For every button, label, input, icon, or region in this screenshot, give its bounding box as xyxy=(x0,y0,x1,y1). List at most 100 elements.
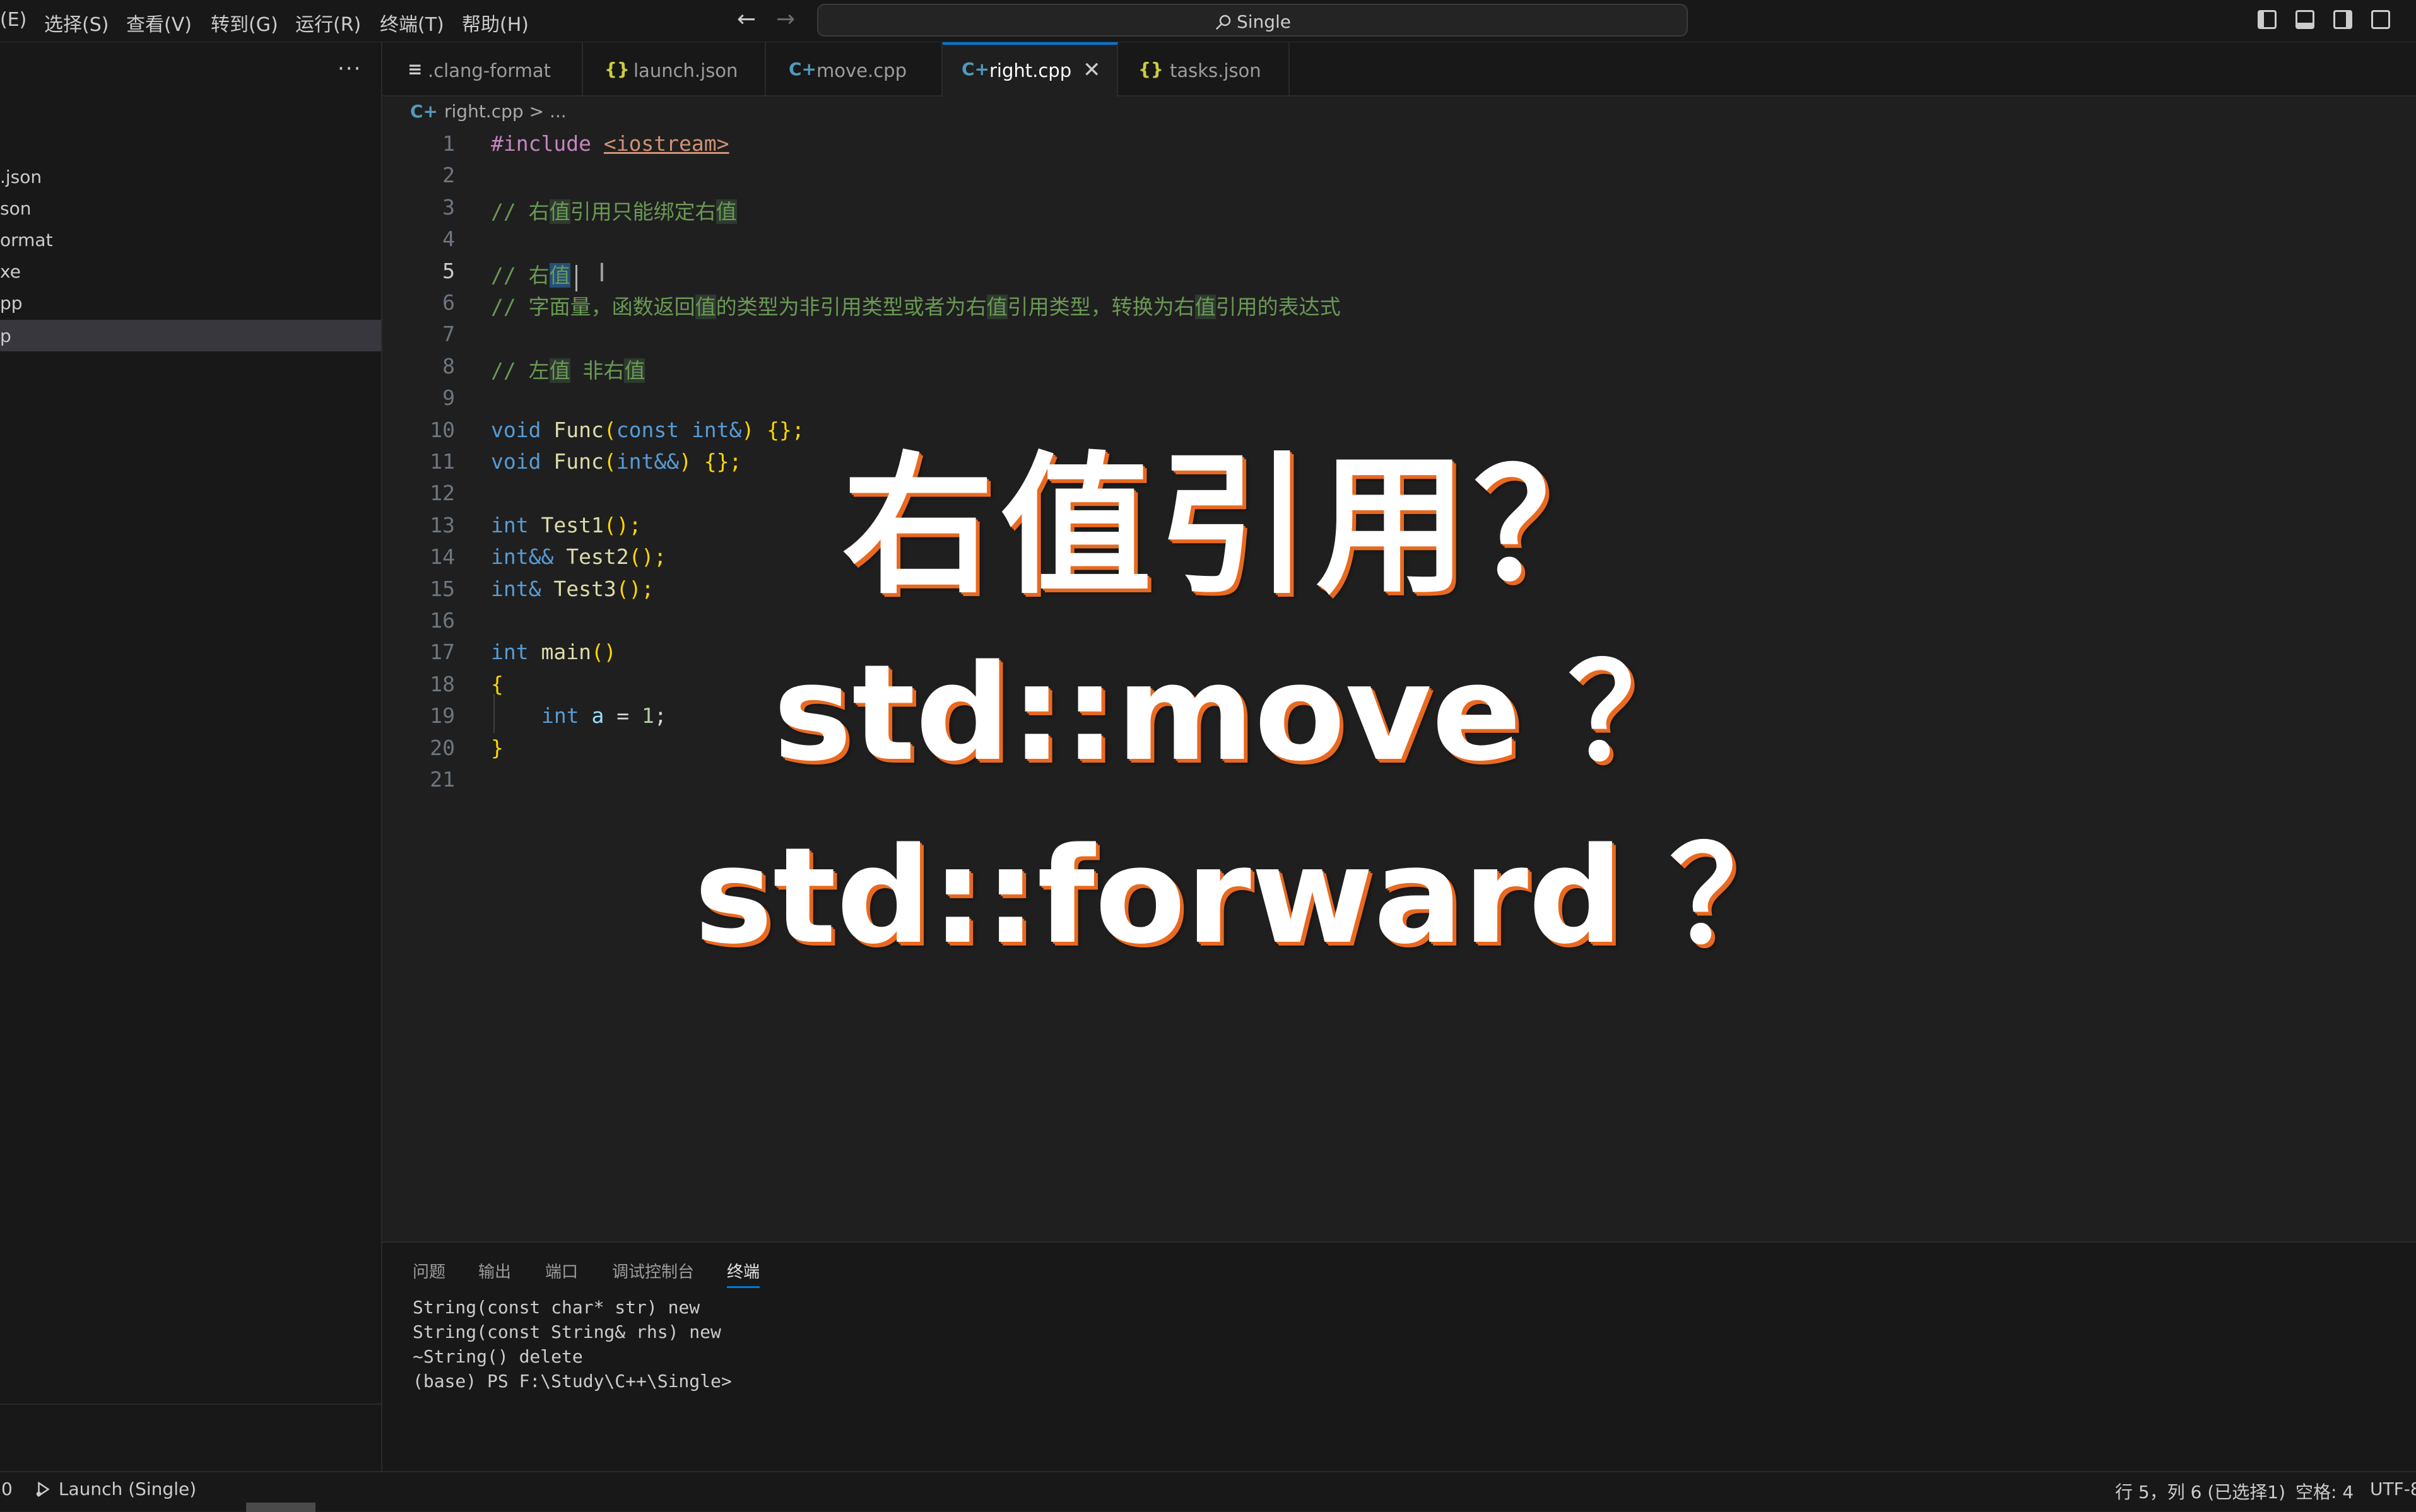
status-problems-count[interactable]: 0 xyxy=(1,1479,13,1499)
comment-highlight: 值 xyxy=(716,199,737,224)
operator: = xyxy=(604,703,642,729)
tab-launch-json[interactable]: {} launch.json xyxy=(583,42,766,95)
bottom-panel: 问题 输出 端口 调试控制台 终端 String(const char* str… xyxy=(382,1241,2416,1471)
keyword: int xyxy=(491,640,529,665)
file-label: p xyxy=(0,325,11,346)
menu-edit[interactable]: (E) xyxy=(0,9,27,31)
tab-right-cpp[interactable]: C+ right.cpp ✕ xyxy=(943,42,1118,97)
file-item[interactable]: son xyxy=(0,192,381,224)
menu-help[interactable]: 帮助(H) xyxy=(462,9,529,37)
status-launch-label: Launch (Single) xyxy=(58,1479,197,1499)
tab-terminal[interactable]: 终端 xyxy=(727,1259,760,1288)
variable: a xyxy=(591,703,604,729)
sidebar-divider xyxy=(0,1404,381,1405)
line-number: 15 xyxy=(430,576,455,601)
bracket: { xyxy=(491,671,504,696)
command-center-search[interactable]: Single xyxy=(817,4,1688,37)
menu-terminal[interactable]: 终端(T) xyxy=(380,9,444,37)
nav-back-button[interactable]: ← xyxy=(737,6,756,32)
cpp-file-icon: C+ xyxy=(789,59,817,79)
ibeam-cursor-icon: I xyxy=(598,259,606,288)
nav-forward-button[interactable]: → xyxy=(776,6,795,32)
code-tail: (); xyxy=(616,576,654,601)
file-label: .json xyxy=(0,167,42,187)
overlay-title-move: std::move ？ xyxy=(773,636,1700,790)
menu-view[interactable]: 查看(V) xyxy=(126,9,192,37)
line-number: 9 xyxy=(442,385,455,411)
menu-selection[interactable]: 选择(S) xyxy=(44,9,109,37)
terminal-prompt[interactable]: (base) PS F:\Study\C++\Single> xyxy=(413,1371,732,1392)
status-indentation[interactable]: 空格: 4 xyxy=(2295,1479,2354,1504)
tab-debug-console[interactable]: 调试控制台 xyxy=(612,1259,694,1282)
code-line: 2 xyxy=(382,158,2416,189)
code-tail: (); xyxy=(628,544,667,570)
tab-label: move.cpp xyxy=(816,60,907,81)
tab-clang-format[interactable]: ≡ .clang-format xyxy=(382,42,583,95)
toggle-primary-sidebar-icon[interactable] xyxy=(2258,10,2277,29)
status-encoding[interactable]: UTF-8 xyxy=(2370,1479,2416,1499)
overlay-title-forward: std::forward ？ xyxy=(694,819,1802,973)
file-item-selected[interactable]: p xyxy=(0,320,381,351)
customize-layout-icon[interactable] xyxy=(2371,10,2390,29)
toggle-panel-icon[interactable] xyxy=(2295,10,2314,29)
comment: 引用只能绑定右 xyxy=(570,199,716,224)
cpp-file-icon: C+ xyxy=(410,101,439,122)
line-number: 1 xyxy=(442,131,455,156)
code-line: 7 xyxy=(382,317,2416,348)
editor-tab-bar: ≡ .clang-format {} launch.json C+ move.c… xyxy=(382,42,2416,97)
line-number: 4 xyxy=(442,226,455,252)
menu-run[interactable]: 运行(R) xyxy=(295,9,361,37)
file-label: son xyxy=(0,198,32,219)
function-name: main xyxy=(541,640,591,665)
comment-highlight: 值 xyxy=(549,199,570,224)
file-item[interactable]: .json xyxy=(0,161,381,192)
keyword: void xyxy=(491,417,541,442)
line-number: 21 xyxy=(430,767,455,792)
breadcrumb-separator: > xyxy=(529,101,545,122)
status-cursor-position[interactable]: 行 5，列 6 (已选择1) xyxy=(2115,1479,2285,1504)
search-icon xyxy=(1215,15,1231,30)
comment-highlight: 值 xyxy=(549,358,570,383)
code-line: 6 // 字面量，函数返回值的类型为非引用类型或者为右值引用类型，转换为右值引用… xyxy=(382,285,2416,319)
status-launch-config[interactable]: Launch (Single) xyxy=(34,1479,196,1499)
tab-move-cpp[interactable]: C+ move.cpp xyxy=(766,42,943,95)
code-line: 4 xyxy=(382,221,2416,253)
code-line-current: 5 // 右值 xyxy=(382,254,2416,288)
breadcrumb-file[interactable]: right.cpp xyxy=(444,101,524,122)
comment: // 字面量，函数返回 xyxy=(491,295,695,319)
more-actions-icon[interactable]: ··· xyxy=(338,56,362,81)
close-tab-icon[interactable]: ✕ xyxy=(1083,57,1101,83)
number-literal: 1 xyxy=(641,703,654,729)
comment-highlight: 值 xyxy=(1194,295,1216,319)
tab-tasks-json[interactable]: {} tasks.json xyxy=(1118,42,1290,95)
file-item[interactable]: xe xyxy=(0,255,381,287)
keyword: int xyxy=(491,512,529,537)
toggle-secondary-sidebar-icon[interactable] xyxy=(2333,10,2352,29)
tab-problems[interactable]: 问题 xyxy=(413,1259,445,1282)
keyword: int& xyxy=(491,576,541,601)
file-item[interactable]: ormat xyxy=(0,224,381,255)
line-number: 17 xyxy=(430,640,455,665)
file-item[interactable]: pp xyxy=(0,287,381,319)
title-bar: (E) 选择(S) 查看(V) 转到(G) 运行(R) 终端(T) 帮助(H) … xyxy=(0,0,2416,42)
breadcrumb[interactable]: C+ right.cpp > ... xyxy=(410,101,567,122)
tab-label: right.cpp xyxy=(989,60,1072,81)
keyword: int&& xyxy=(616,449,680,474)
keyword: const xyxy=(616,417,680,442)
bracket: ) xyxy=(679,449,692,474)
comment: // xyxy=(491,199,529,224)
breadcrumb-symbols[interactable]: ... xyxy=(550,101,567,122)
line-number: 3 xyxy=(442,194,455,220)
line-number: 10 xyxy=(430,417,455,442)
line-number: 12 xyxy=(430,481,455,506)
bracket: ( xyxy=(603,417,616,442)
status-bar: 0 Launch (Single) 行 5，列 6 (已选择1) 空格: 4 U… xyxy=(0,1471,2416,1512)
json-braces-icon: {} xyxy=(1138,59,1164,79)
line-number: 2 xyxy=(442,163,455,188)
tab-ports[interactable]: 端口 xyxy=(545,1259,578,1282)
overlay-title-rvalue: 右值引用？ xyxy=(842,438,1631,614)
function-name: Test1 xyxy=(541,512,604,537)
tab-output[interactable]: 输出 xyxy=(478,1259,511,1282)
menu-go[interactable]: 转到(G) xyxy=(211,9,278,37)
semicolon: ; xyxy=(654,703,667,729)
